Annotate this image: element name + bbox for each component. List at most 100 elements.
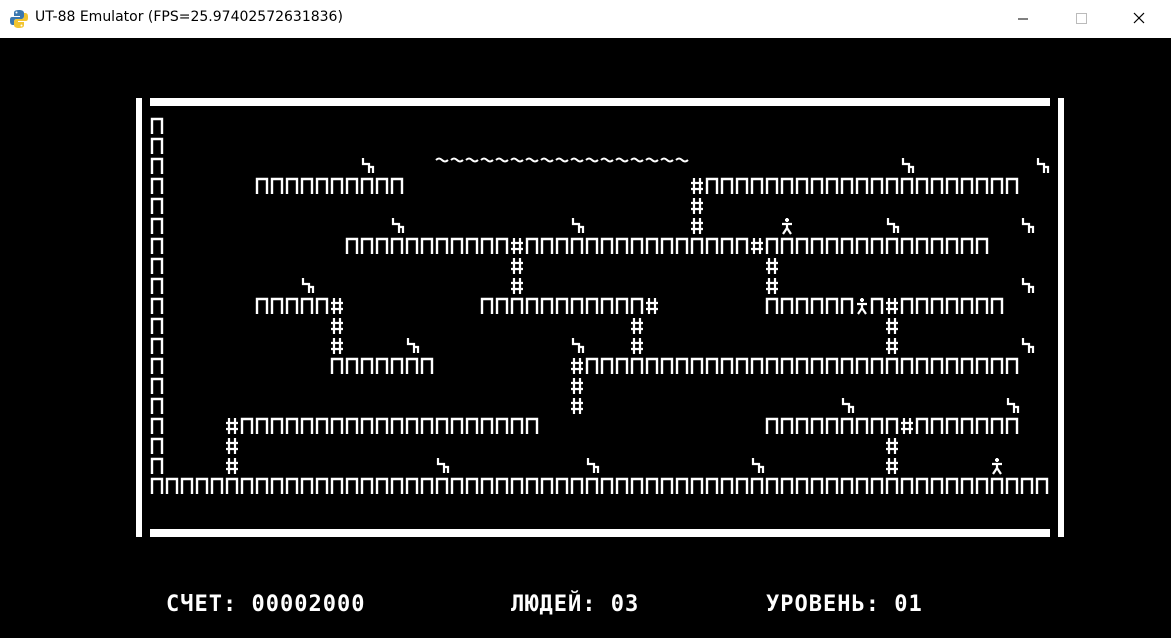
ladder-tile: [226, 458, 238, 474]
brick-tile: [600, 477, 614, 494]
brick-tile: [855, 477, 869, 494]
brick-tile: [450, 417, 464, 434]
emulator-screen[interactable]: СЧЕТ: 00002000 ЛЮДЕЙ: 03 УРОВЕНЬ: 01: [0, 38, 1171, 638]
brick-tile: [150, 317, 164, 334]
brick-tile: [150, 437, 164, 454]
brick-tile: [915, 297, 929, 314]
brick-tile: [825, 357, 839, 374]
ladder-tile: [571, 378, 583, 394]
brick-tile: [750, 357, 764, 374]
brick-tile: [315, 417, 329, 434]
minimize-button[interactable]: [994, 0, 1052, 38]
brick-tile: [705, 237, 719, 254]
brick-tile: [840, 357, 854, 374]
brick-tile: [585, 237, 599, 254]
brick-tile: [750, 177, 764, 194]
brick-tile: [420, 357, 434, 374]
ladder-tile: [751, 238, 763, 254]
brick-tile: [525, 237, 539, 254]
python-icon: [10, 10, 28, 28]
brick-tile: [270, 477, 284, 494]
brick-tile: [525, 477, 539, 494]
brick-tile: [765, 177, 779, 194]
brick-tile: [315, 477, 329, 494]
brick-tile: [540, 297, 554, 314]
brick-tile: [660, 357, 674, 374]
brick-tile: [780, 237, 794, 254]
brick-tile: [240, 477, 254, 494]
brick-tile: [720, 237, 734, 254]
brick-tile: [345, 177, 359, 194]
brick-tile: [900, 297, 914, 314]
brick-tile: [480, 477, 494, 494]
gold-tile: [436, 458, 450, 473]
gold-tile: [886, 218, 900, 233]
brick-tile: [150, 277, 164, 294]
brick-tile: [270, 417, 284, 434]
brick-tile: [345, 417, 359, 434]
gold-tile: [571, 338, 585, 353]
brick-tile: [300, 177, 314, 194]
brick-tile: [300, 297, 314, 314]
brick-tile: [885, 177, 899, 194]
brick-tile: [525, 297, 539, 314]
brick-tile: [285, 477, 299, 494]
brick-tile: [570, 237, 584, 254]
brick-tile: [930, 357, 944, 374]
brick-tile: [765, 477, 779, 494]
brick-tile: [465, 477, 479, 494]
brick-tile: [705, 357, 719, 374]
brick-tile: [255, 477, 269, 494]
brick-tile: [570, 297, 584, 314]
brick-tile: [615, 237, 629, 254]
brick-tile: [345, 357, 359, 374]
brick-tile: [555, 237, 569, 254]
brick-tile: [435, 477, 449, 494]
maximize-button[interactable]: [1052, 0, 1110, 38]
brick-tile: [945, 357, 959, 374]
brick-tile: [495, 237, 509, 254]
rope-tile: [630, 157, 644, 163]
brick-tile: [825, 237, 839, 254]
brick-tile: [810, 357, 824, 374]
ladder-tile: [691, 218, 703, 234]
brick-tile: [150, 417, 164, 434]
brick-tile: [885, 357, 899, 374]
close-button[interactable]: [1110, 0, 1168, 38]
brick-tile: [495, 297, 509, 314]
brick-tile: [165, 477, 179, 494]
brick-tile: [360, 237, 374, 254]
gold-tile: [1006, 398, 1020, 413]
brick-tile: [885, 417, 899, 434]
gold-tile: [391, 218, 405, 233]
brick-tile: [705, 177, 719, 194]
brick-tile: [975, 357, 989, 374]
brick-tile: [810, 177, 824, 194]
brick-tile: [930, 417, 944, 434]
left-wall: [136, 98, 142, 537]
brick-tile: [450, 237, 464, 254]
brick-tile: [255, 177, 269, 194]
brick-tile: [930, 297, 944, 314]
brick-tile: [660, 477, 674, 494]
brick-tile: [780, 477, 794, 494]
gold-tile: [586, 458, 600, 473]
brick-tile: [345, 237, 359, 254]
brick-tile: [960, 177, 974, 194]
gold-tile: [1021, 278, 1035, 293]
ladder-tile: [631, 338, 643, 354]
brick-tile: [375, 417, 389, 434]
brick-tile: [1035, 477, 1049, 494]
top-wall: [150, 98, 1050, 106]
brick-tile: [960, 417, 974, 434]
brick-tile: [390, 357, 404, 374]
brick-tile: [300, 417, 314, 434]
gold-tile: [361, 158, 375, 173]
brick-tile: [735, 237, 749, 254]
brick-tile: [585, 357, 599, 374]
gold-tile: [1036, 158, 1050, 173]
brick-tile: [870, 177, 884, 194]
brick-tile: [675, 477, 689, 494]
brick-tile: [855, 177, 869, 194]
brick-tile: [150, 337, 164, 354]
